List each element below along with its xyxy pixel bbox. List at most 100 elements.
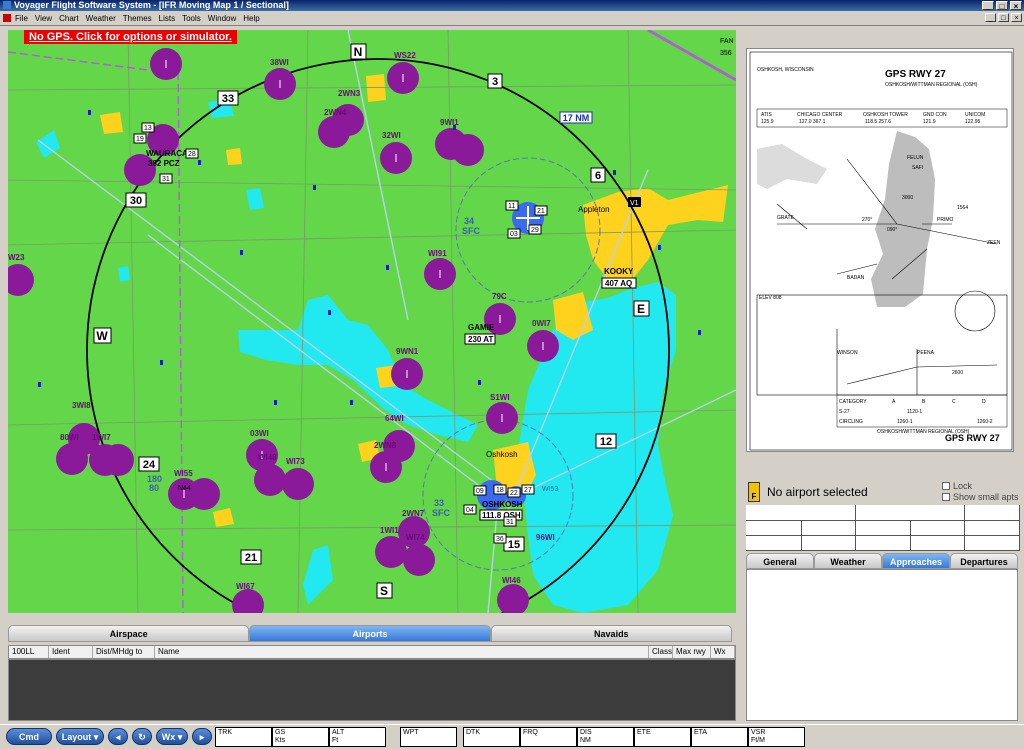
- apt-label: W23: [8, 253, 25, 262]
- plate-fix: 090°: [887, 227, 897, 233]
- rwy-num: 29: [531, 227, 539, 234]
- apt-label: 38WI: [270, 58, 289, 67]
- vsr-field: VSR Ft/M: [748, 727, 805, 747]
- edge-label: N44: [178, 485, 191, 492]
- gps-warning-button[interactable]: No GPS. Click for options or simulator.: [24, 30, 237, 44]
- menu-help[interactable]: Help: [243, 14, 259, 23]
- plate-drawing: GPS RWY 27 OSHKOSH, WISCONSIN OSHKOSH/WI…: [749, 51, 1013, 451]
- mdi-restore-button[interactable]: □: [998, 13, 1009, 22]
- rwy-num: 04: [466, 507, 474, 514]
- menu-chart[interactable]: Chart: [59, 14, 79, 23]
- info-cell: [855, 505, 966, 521]
- minimize-button[interactable]: _: [982, 1, 994, 11]
- plate-title: GPS RWY 27: [885, 69, 946, 80]
- menu-window[interactable]: Window: [208, 14, 236, 23]
- plate-fix: ZEEN: [987, 240, 1001, 246]
- compass-e: E: [637, 302, 645, 316]
- approach-plate[interactable]: GPS RWY 27 OSHKOSH, WISCONSIN OSHKOSH/WI…: [746, 48, 1014, 452]
- lock-label: Lock: [953, 481, 973, 491]
- tab-approaches[interactable]: Approaches: [882, 553, 950, 569]
- field-label: WPT: [403, 729, 419, 736]
- apt-label: WI73: [286, 457, 305, 466]
- apt-label: 79C: [492, 292, 507, 301]
- fix-gamie-alt: 230 AT: [468, 335, 493, 344]
- tab-weather[interactable]: Weather: [814, 553, 882, 569]
- plate-fix: SAFI: [912, 165, 923, 171]
- wx-button[interactable]: Wx ▾: [156, 728, 188, 745]
- field-label: DTK: [466, 729, 480, 736]
- col-name[interactable]: Name: [155, 646, 649, 658]
- edge-label: V1: [630, 200, 639, 207]
- tab-navaids[interactable]: Navaids: [490, 625, 732, 642]
- plate-fix: WINSON: [837, 350, 858, 356]
- apt-label: WI48: [258, 453, 277, 462]
- menu-lists[interactable]: Lists: [159, 14, 175, 23]
- mdi-close-button[interactable]: ×: [1011, 13, 1022, 22]
- checkbox-box-icon: [942, 493, 950, 501]
- field-label: GS: [275, 729, 286, 736]
- refresh-icon[interactable]: ↻: [132, 728, 152, 745]
- airspace-floor: SFC: [432, 508, 451, 518]
- eta-field: ETA: [691, 727, 748, 747]
- water-small-4: [303, 545, 333, 605]
- edge-label: FAN: [720, 38, 734, 45]
- apt-label: 3WI8: [72, 401, 91, 410]
- col-class[interactable]: Class: [649, 646, 673, 658]
- info-cell: [855, 535, 911, 551]
- col-wx[interactable]: Wx: [711, 646, 735, 658]
- airspace-ceiling: 34: [464, 216, 474, 226]
- checkbox-box-icon: [942, 482, 950, 490]
- apt-label: 9WN1: [396, 347, 419, 356]
- title-bar[interactable]: Voyager Flight Software System - [IFR Mo…: [0, 0, 1024, 11]
- moving-map[interactable]: No GPS. Click for options or simulator.: [8, 30, 736, 613]
- apt-label: 2WN8: [374, 441, 397, 450]
- min-cell: 1260-2: [977, 419, 993, 425]
- mdi-minimize-button[interactable]: _: [985, 13, 996, 22]
- show-small-apts-checkbox[interactable]: Show small apts: [942, 492, 1019, 502]
- fix-wauraca-alt: 382 PCZ: [148, 159, 180, 168]
- col-100ll[interactable]: 100LL: [9, 646, 49, 658]
- airport-status-text: No airport selected: [767, 485, 868, 499]
- tab-airspace[interactable]: Airspace: [8, 625, 250, 642]
- plate-bottom-airport: OSHKOSH/WITTMAN REGIONAL (OSH): [877, 429, 970, 435]
- plate-fix: ELEV 808: [759, 295, 782, 301]
- rwy-num: 22: [510, 490, 518, 497]
- col-dist[interactable]: Dist/MHdg to: [93, 646, 155, 658]
- close-button[interactable]: ×: [1010, 1, 1022, 11]
- document-icon[interactable]: [3, 14, 11, 22]
- tab-airports[interactable]: Airports: [249, 625, 491, 642]
- menu-view[interactable]: View: [35, 14, 52, 23]
- col-ident[interactable]: Ident: [49, 646, 93, 658]
- sectional-chart: N E S W 3 6 12 15 21 24 30 33 17 NM WS22…: [8, 30, 736, 613]
- cmd-button[interactable]: Cmd: [6, 728, 52, 745]
- airport-grid-body[interactable]: [8, 659, 736, 721]
- info-cell: [909, 520, 966, 536]
- min-cell: 1260-1: [897, 419, 913, 425]
- min-cell: 1120-1: [907, 409, 922, 415]
- info-cell: [746, 535, 802, 551]
- approach-list[interactable]: [746, 569, 1018, 721]
- menu-bar: File View Chart Weather Themes Lists Too…: [0, 11, 1024, 26]
- menu-weather[interactable]: Weather: [86, 14, 116, 23]
- col-max-rwy[interactable]: Max rwy: [673, 646, 711, 658]
- field-unit: Ft/M: [751, 737, 765, 744]
- menu-tools[interactable]: Tools: [182, 14, 201, 23]
- rwy-num: 31: [506, 519, 514, 526]
- apt-label: S1WI: [490, 393, 510, 402]
- layout-button[interactable]: Layout ▾: [56, 728, 104, 745]
- back-icon[interactable]: ◂: [108, 728, 128, 745]
- field-label: DIS: [580, 729, 592, 736]
- rwy-num: 18: [496, 487, 504, 494]
- lock-checkbox[interactable]: Lock: [942, 481, 972, 491]
- menu-themes[interactable]: Themes: [123, 14, 152, 23]
- freq-label: CHICAGO CENTER: [797, 112, 843, 118]
- forward-icon[interactable]: ▸: [192, 728, 212, 745]
- menu-file[interactable]: File: [15, 14, 28, 23]
- tab-general[interactable]: General: [746, 553, 814, 569]
- maximize-button[interactable]: □: [996, 1, 1008, 11]
- fix-kooky: KOOKY: [604, 267, 634, 276]
- freq-value: 125.9: [761, 119, 774, 125]
- tab-departures[interactable]: Departures: [950, 553, 1018, 569]
- plate-fix: PRIMO: [937, 217, 954, 223]
- info-cell: [800, 520, 857, 536]
